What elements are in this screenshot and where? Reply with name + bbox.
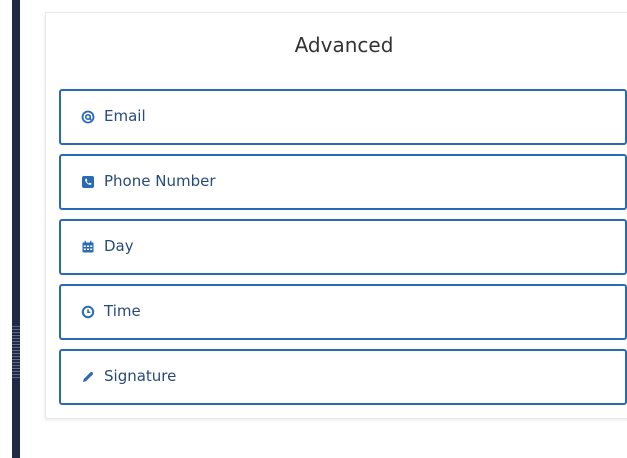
pencil-icon [80, 369, 95, 384]
calendar-icon [80, 239, 95, 254]
phone-icon [80, 174, 95, 189]
field-label: Signature [104, 367, 177, 385]
field-time[interactable]: Time [59, 284, 627, 340]
field-email[interactable]: Email [59, 89, 627, 145]
at-icon [80, 109, 95, 124]
resize-handle[interactable] [12, 326, 20, 380]
left-sidebar-rail [12, 0, 20, 458]
panel-title: Advanced [294, 33, 394, 57]
field-label: Day [104, 237, 134, 255]
advanced-fields-panel: Advanced Email Phone Number Day Time Sig… [45, 12, 627, 419]
field-label: Time [104, 302, 141, 320]
clock-icon [80, 304, 95, 319]
field-label: Email [104, 107, 146, 125]
page: Advanced Email Phone Number Day Time Sig… [0, 0, 627, 458]
field-signature[interactable]: Signature [59, 349, 627, 405]
field-label: Phone Number [104, 172, 216, 190]
field-phone-number[interactable]: Phone Number [59, 154, 627, 210]
field-day[interactable]: Day [59, 219, 627, 275]
